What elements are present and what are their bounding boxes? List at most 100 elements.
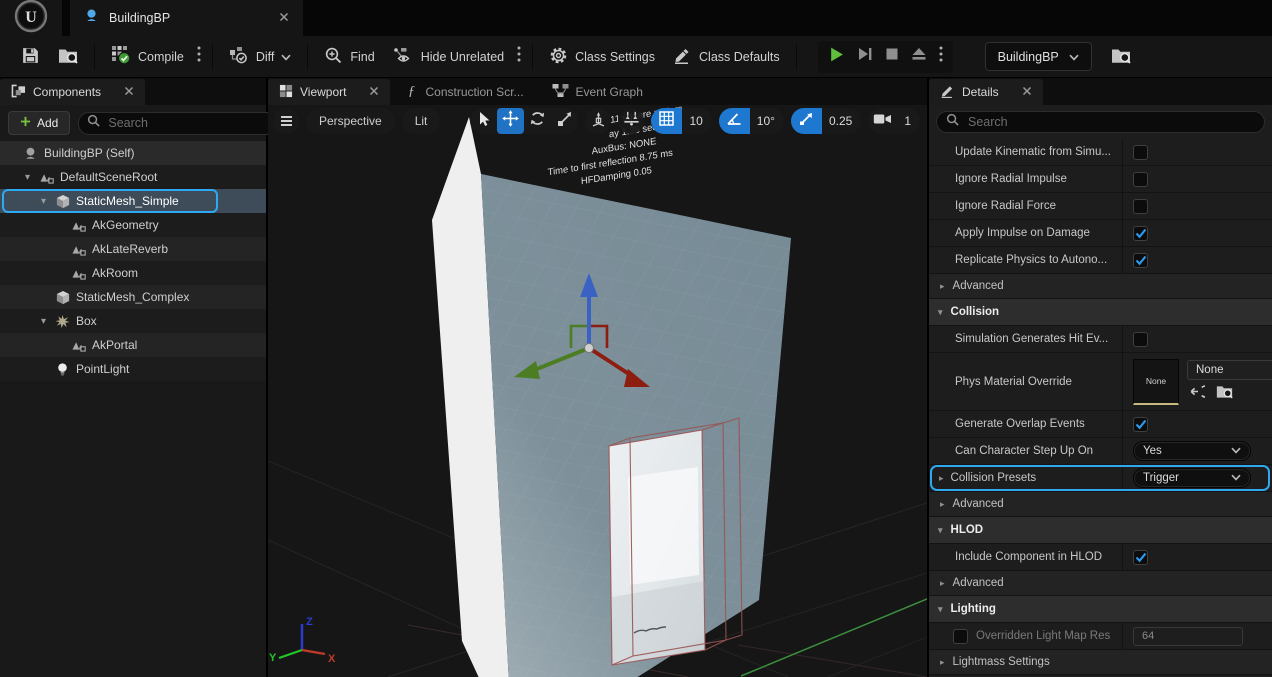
- subcategory-advanced[interactable]: ▸Advanced: [929, 492, 1272, 517]
- unreal-logo[interactable]: U: [0, 0, 62, 36]
- collapsed-arrow-icon[interactable]: ▸: [940, 499, 945, 510]
- eject-button[interactable]: [911, 47, 927, 66]
- expand-arrow-icon[interactable]: ▾: [938, 525, 943, 536]
- component-row-staticmesh-complex[interactable]: StaticMesh_Complex: [0, 285, 266, 309]
- class-settings-button[interactable]: Class Settings: [540, 42, 664, 72]
- rotation-snap-toggle[interactable]: [719, 108, 750, 134]
- checkbox-unchecked[interactable]: [1133, 172, 1148, 187]
- camera-speed-value[interactable]: 1: [897, 114, 920, 128]
- close-tab-icon[interactable]: [233, 9, 289, 27]
- expand-arrow-icon[interactable]: ▾: [38, 316, 49, 327]
- light-map-res-input[interactable]: 64: [1133, 627, 1243, 646]
- checkbox-unchecked[interactable]: [1133, 332, 1148, 347]
- component-row-box[interactable]: ▾Box: [0, 309, 266, 333]
- compile-button[interactable]: Compile: [102, 42, 193, 72]
- scale-snap-value[interactable]: 0.25: [822, 114, 861, 128]
- component-row-akportal[interactable]: AkPortal: [0, 333, 266, 357]
- view-mode-dropdown[interactable]: Lit: [402, 108, 441, 134]
- collapsed-arrow-icon[interactable]: ▸: [940, 578, 945, 589]
- tab-construction-script[interactable]: ƒ Construction Scr...: [396, 79, 534, 105]
- component-row-aklatereverb[interactable]: AkLateReverb: [0, 237, 266, 261]
- rotate-tool-button[interactable]: [524, 108, 551, 134]
- checkbox-checked[interactable]: [1133, 226, 1148, 241]
- tab-components[interactable]: Components: [0, 79, 145, 105]
- browse-to-asset-button[interactable]: [1102, 42, 1140, 72]
- checkbox-unchecked[interactable]: [1133, 199, 1148, 214]
- component-row-staticmesh-simple[interactable]: ▾StaticMesh_Simple: [0, 189, 266, 213]
- browse-to-asset-icon[interactable]: [1216, 384, 1233, 404]
- checkbox-unchecked[interactable]: [953, 629, 968, 644]
- details-search-input[interactable]: [966, 114, 1255, 130]
- play-button[interactable]: [828, 46, 845, 68]
- component-row-pointlight[interactable]: PointLight: [0, 357, 266, 381]
- asset-dropdown-none[interactable]: None: [1187, 360, 1272, 380]
- tab-details[interactable]: Details: [929, 79, 1043, 105]
- expand-arrow-icon[interactable]: ▾: [938, 307, 943, 318]
- checkbox-checked[interactable]: [1133, 253, 1148, 268]
- subcategory-advanced[interactable]: ▸Advanced: [929, 571, 1272, 596]
- scale-snap-toggle[interactable]: [791, 108, 822, 134]
- stop-button[interactable]: [885, 47, 899, 66]
- asset-thumbnail-none[interactable]: None: [1133, 359, 1179, 405]
- close-icon[interactable]: [124, 85, 134, 99]
- category-lighting[interactable]: ▾Lighting: [929, 596, 1272, 623]
- category-collision[interactable]: ▾Collision: [929, 299, 1272, 326]
- target-blueprint-dropdown[interactable]: BuildingBP: [985, 42, 1092, 71]
- camera-speed-control[interactable]: 1: [868, 108, 920, 134]
- diff-button[interactable]: Diff: [220, 42, 301, 72]
- collapsed-arrow-icon[interactable]: ▸: [940, 281, 945, 292]
- component-row-akroom[interactable]: AkRoom: [0, 261, 266, 285]
- grid-snap-toggle[interactable]: [651, 108, 682, 134]
- grid-snap-value[interactable]: 10: [682, 114, 711, 128]
- component-row-defaultsceneroot[interactable]: ▾DefaultSceneRoot: [0, 165, 266, 189]
- component-row-buildingbp-self-[interactable]: BuildingBP (Self): [0, 141, 266, 165]
- subcategory-lightmass-settings[interactable]: ▸Lightmass Settings: [929, 650, 1272, 675]
- tab-viewport[interactable]: Viewport: [268, 79, 390, 105]
- compile-options-button[interactable]: [193, 42, 205, 72]
- select-tool-button[interactable]: [470, 108, 497, 134]
- expand-arrow-icon[interactable]: ▾: [38, 196, 49, 207]
- checkbox-checked[interactable]: [1133, 417, 1148, 432]
- class-defaults-button[interactable]: Class Defaults: [664, 42, 789, 72]
- 3d-viewport[interactable]: 11 square meters ay 1.35 seconds AuxBus:…: [268, 105, 927, 677]
- collapsed-arrow-icon[interactable]: ▸: [939, 473, 944, 484]
- subcategory-advanced[interactable]: ▸Advanced: [929, 274, 1272, 299]
- scale-tool-button[interactable]: [551, 108, 578, 134]
- asset-tab-buildingbp[interactable]: BuildingBP: [70, 0, 303, 36]
- scale-snap-control[interactable]: 0.25: [791, 108, 861, 134]
- checkbox-checked[interactable]: [1133, 550, 1148, 565]
- components-search-input[interactable]: [106, 115, 271, 131]
- play-options-button[interactable]: [939, 46, 943, 67]
- collapsed-arrow-icon[interactable]: ▸: [940, 657, 945, 668]
- tab-event-graph[interactable]: Event Graph: [541, 79, 654, 105]
- close-icon[interactable]: [369, 85, 379, 99]
- expand-arrow-icon[interactable]: ▾: [938, 604, 943, 615]
- gizmo-center-handle[interactable]: [585, 344, 594, 353]
- surface-snapping-button[interactable]: [618, 108, 644, 134]
- browse-button[interactable]: [49, 42, 87, 72]
- expand-arrow-icon[interactable]: ▾: [22, 172, 33, 183]
- category-hlod[interactable]: ▾HLOD: [929, 517, 1272, 544]
- checkbox-unchecked[interactable]: [1133, 145, 1148, 160]
- dropdown-yes[interactable]: Yes: [1133, 441, 1251, 461]
- coordinate-space-button[interactable]: [585, 108, 611, 134]
- use-selected-asset-icon[interactable]: [1189, 384, 1205, 404]
- hide-unrelated-button[interactable]: Hide Unrelated: [384, 42, 513, 72]
- perspective-dropdown[interactable]: Perspective: [306, 108, 395, 134]
- rotation-snap-value[interactable]: 10°: [750, 114, 784, 128]
- component-row-akgeometry[interactable]: AkGeometry: [0, 213, 266, 237]
- viewport-3d-scene[interactable]: 11 square meters ay 1.35 seconds AuxBus:…: [268, 105, 927, 677]
- hide-unrelated-options-button[interactable]: [513, 42, 525, 72]
- save-button[interactable]: [12, 42, 49, 72]
- close-icon[interactable]: [1022, 85, 1032, 99]
- add-component-button[interactable]: Add: [8, 111, 70, 135]
- frame-skip-button[interactable]: [857, 46, 873, 67]
- viewport-options-button[interactable]: [273, 108, 299, 134]
- details-search[interactable]: [936, 111, 1265, 133]
- find-button[interactable]: Find: [315, 42, 383, 72]
- components-search[interactable]: [78, 112, 280, 135]
- grid-snap-control[interactable]: 10: [651, 108, 711, 134]
- move-tool-button[interactable]: [497, 108, 524, 134]
- rotation-snap-control[interactable]: 10°: [719, 108, 784, 134]
- dropdown-trigger[interactable]: Trigger: [1133, 468, 1251, 488]
